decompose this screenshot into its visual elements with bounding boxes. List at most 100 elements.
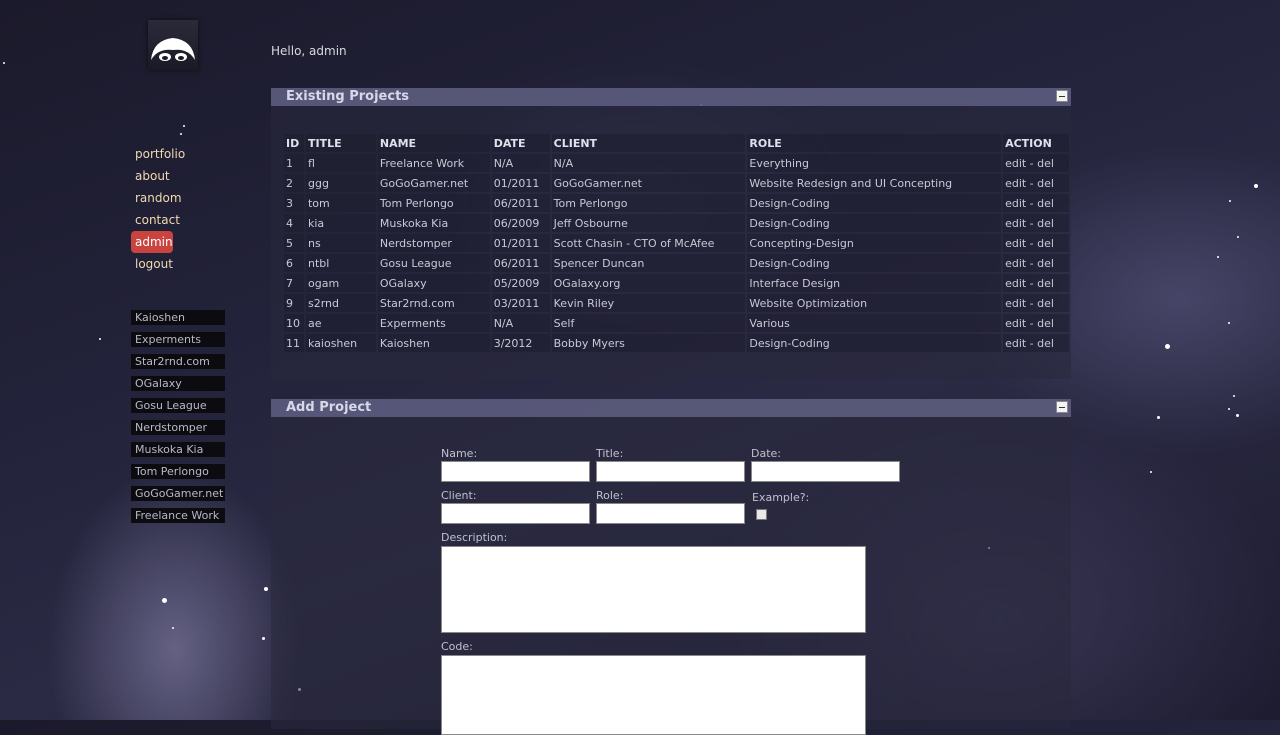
- existing-projects-panel: Existing Projects ID TITLE NAME DATE CLI…: [271, 88, 1071, 379]
- table-cell-role: Concepting-Design: [747, 234, 1002, 252]
- client-field[interactable]: [441, 503, 590, 524]
- main-nav: portfolio about random contact admin log…: [131, 143, 231, 275]
- column-header: CLIENT: [551, 134, 746, 152]
- row-action-links[interactable]: edit - del: [1003, 294, 1069, 312]
- table-cell-name: Experments: [377, 314, 490, 332]
- project-link[interactable]: Gosu League: [131, 398, 225, 413]
- table-row: 2 ggg GoGoGamer.net 01/2011 GoGoGamer.net Web…: [284, 174, 1069, 192]
- table-cell-id: 1: [284, 154, 304, 172]
- table-cell-client: N/A: [551, 154, 746, 172]
- table-cell-name: Freelance Work: [377, 154, 490, 172]
- table-cell-id: 5: [284, 234, 304, 252]
- title-label: Title:: [596, 447, 624, 460]
- date-field[interactable]: [751, 461, 900, 482]
- row-action-links[interactable]: edit - del: [1003, 334, 1069, 352]
- nav-item-portfolio[interactable]: portfolio: [131, 143, 231, 165]
- title-field[interactable]: [596, 461, 745, 482]
- table-cell-id: 9: [284, 294, 304, 312]
- nav-item-admin[interactable]: admin: [131, 231, 173, 253]
- example-checkbox[interactable]: [756, 509, 767, 520]
- role-field[interactable]: [596, 503, 745, 524]
- role-label: Role:: [596, 489, 624, 502]
- column-header: ROLE: [747, 134, 1002, 152]
- nav-item-random[interactable]: random: [131, 187, 231, 209]
- table-row: 7 ogam OGalaxy 05/2009 OGalaxy.org Interface …: [284, 274, 1069, 292]
- table-cell-client: Tom Perlongo: [551, 194, 746, 212]
- row-action-links[interactable]: edit - del: [1003, 234, 1069, 252]
- table-cell-role: Everything: [747, 154, 1002, 172]
- nav-item-contact[interactable]: contact: [131, 209, 231, 231]
- name-label: Name:: [441, 447, 478, 460]
- table-cell-title: kaioshen: [305, 334, 376, 352]
- table-cell-role: Design-Coding: [747, 334, 1002, 352]
- table-cell-id: 10: [284, 314, 304, 332]
- project-link[interactable]: Kaioshen: [131, 310, 225, 325]
- table-cell-title: fl: [305, 154, 376, 172]
- table-cell-client: Jeff Osbourne: [551, 214, 746, 232]
- project-link[interactable]: Experments: [131, 332, 225, 347]
- table-cell-role: Design-Coding: [747, 194, 1002, 212]
- table-cell-role: Design-Coding: [747, 214, 1002, 232]
- table-cell-role: Interface Design: [747, 274, 1002, 292]
- code-label: Code:: [441, 640, 473, 653]
- project-link[interactable]: OGalaxy: [131, 376, 225, 391]
- client-label: Client:: [441, 489, 477, 502]
- nav-item-about[interactable]: about: [131, 165, 231, 187]
- row-action-links[interactable]: edit - del: [1003, 314, 1069, 332]
- column-header: ACTION: [1003, 134, 1069, 152]
- row-action-links[interactable]: edit - del: [1003, 214, 1069, 232]
- collapse-icon[interactable]: [1056, 90, 1068, 102]
- row-action-links[interactable]: edit - del: [1003, 174, 1069, 192]
- logo-icon: [151, 38, 195, 61]
- table-cell-role: Website Optimization: [747, 294, 1002, 312]
- column-header: NAME: [377, 134, 490, 152]
- table-header-row: ID TITLE NAME DATE CLIENT ROLE ACTION: [284, 134, 1069, 152]
- table-row: 3 tom Tom Perlongo 06/2011 Tom Perlongo Desig…: [284, 194, 1069, 212]
- table-row: 11 kaioshen Kaioshen 3/2012 Bobby Myers Desig…: [284, 334, 1069, 352]
- table-cell-id: 4: [284, 214, 304, 232]
- column-header: ID: [284, 134, 304, 152]
- name-field[interactable]: [441, 461, 590, 482]
- row-action-links[interactable]: edit - del: [1003, 254, 1069, 272]
- panel-header: Existing Projects: [271, 88, 1071, 106]
- code-textarea[interactable]: [441, 655, 866, 735]
- table-cell-date: N/A: [491, 154, 550, 172]
- table-cell-name: Kaioshen: [377, 334, 490, 352]
- table-cell-client: Scott Chasin - CTO of McAfee: [551, 234, 746, 252]
- project-link[interactable]: Freelance Work: [131, 508, 225, 523]
- table-cell-name: Gosu League: [377, 254, 490, 272]
- projects-table: ID TITLE NAME DATE CLIENT ROLE ACTION 1f…: [282, 132, 1071, 354]
- project-link[interactable]: Muskoka Kia: [131, 442, 225, 457]
- table-cell-id: 11: [284, 334, 304, 352]
- table-cell-title: s2rnd: [305, 294, 376, 312]
- project-link[interactable]: Tom Perlongo: [131, 464, 225, 479]
- table-cell-name: Star2rnd.com: [377, 294, 490, 312]
- row-action-links[interactable]: edit - del: [1003, 274, 1069, 292]
- table-cell-client: Bobby Myers: [551, 334, 746, 352]
- table-cell-date: 3/2012: [491, 334, 550, 352]
- description-label: Description:: [441, 531, 508, 544]
- description-textarea[interactable]: [441, 546, 866, 633]
- table-cell-title: ogam: [305, 274, 376, 292]
- table-cell-name: Tom Perlongo: [377, 194, 490, 212]
- project-link[interactable]: Star2rnd.com: [131, 354, 225, 369]
- table-cell-role: Design-Coding: [747, 254, 1002, 272]
- panel-title: Add Project: [286, 400, 372, 415]
- table-cell-title: ggg: [305, 174, 376, 192]
- table-cell-date: 01/2011: [491, 174, 550, 192]
- table-cell-name: OGalaxy: [377, 274, 490, 292]
- table-cell-name: GoGoGamer.net: [377, 174, 490, 192]
- project-link[interactable]: GoGoGamer.net: [131, 486, 225, 501]
- table-row: 10 ae Experments N/A Self Various edit - del: [284, 314, 1069, 332]
- table-cell-title: ntbl: [305, 254, 376, 272]
- table-cell-title: tom: [305, 194, 376, 212]
- collapse-icon[interactable]: [1056, 401, 1068, 413]
- project-link[interactable]: Nerdstomper: [131, 420, 225, 435]
- row-action-links[interactable]: edit - del: [1003, 154, 1069, 172]
- nav-item-logout[interactable]: logout: [131, 253, 231, 275]
- logo[interactable]: [148, 20, 198, 70]
- row-action-links[interactable]: edit - del: [1003, 194, 1069, 212]
- table-row: 9 s2rnd Star2rnd.com 03/2011 Kevin Riley Webs…: [284, 294, 1069, 312]
- panel-title: Existing Projects: [286, 89, 410, 104]
- table-cell-title: ns: [305, 234, 376, 252]
